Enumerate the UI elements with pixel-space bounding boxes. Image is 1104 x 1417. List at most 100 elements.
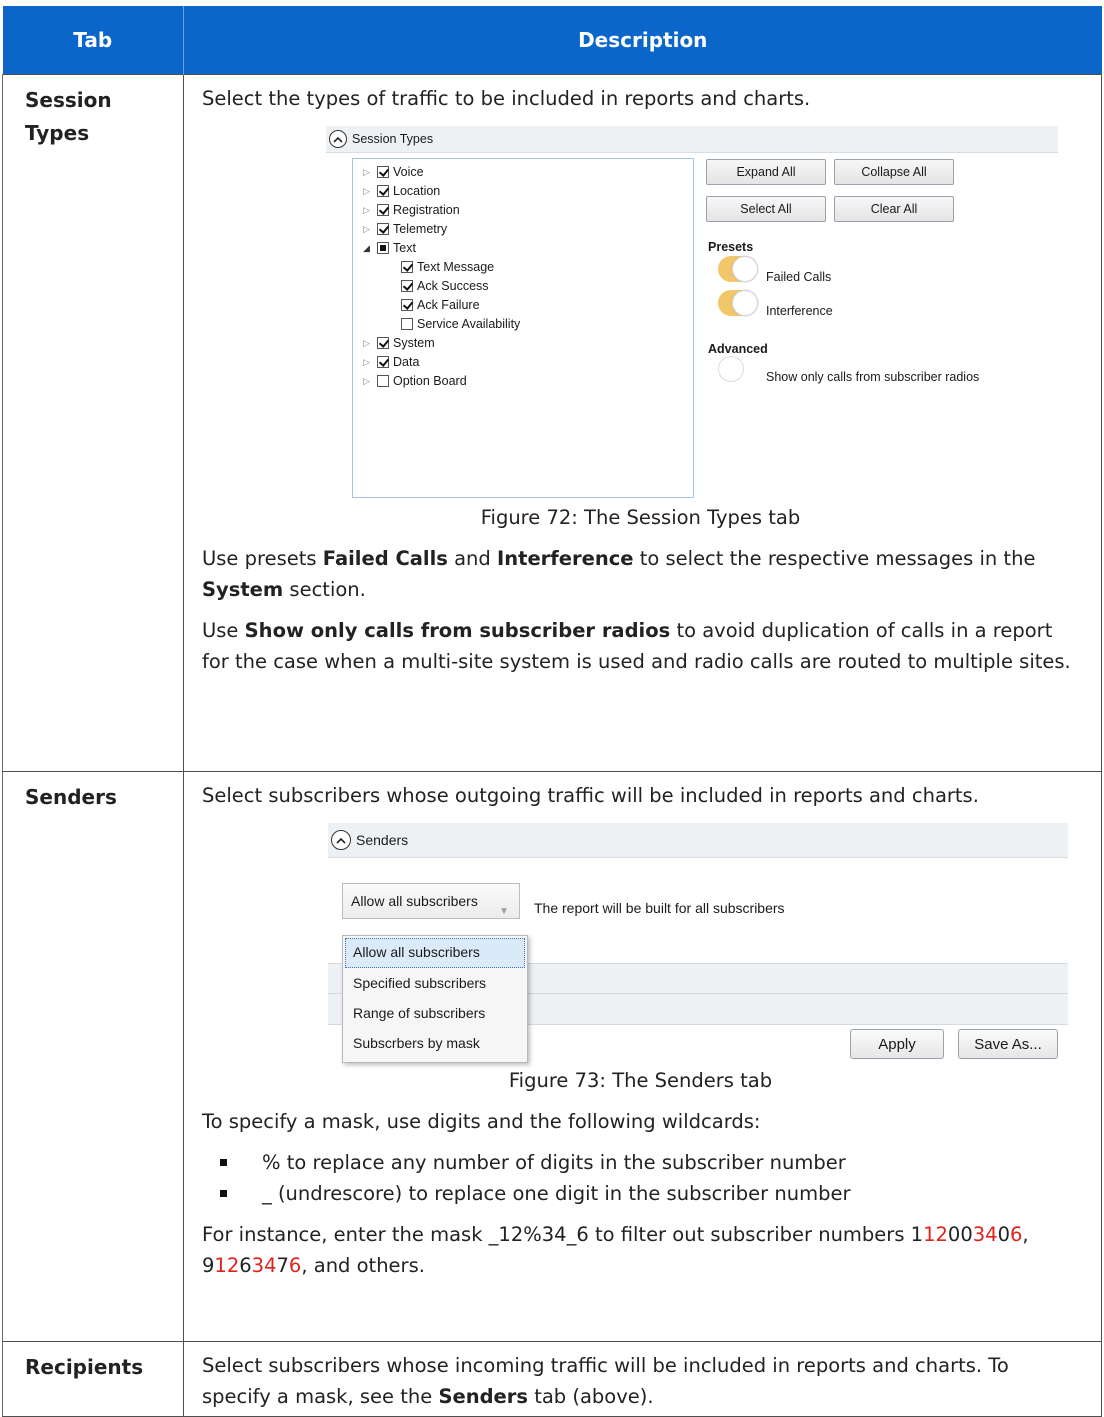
text-run: 0 bbox=[997, 1223, 1010, 1246]
session-types-tree[interactable]: ▷ Voice ▷ Location ▷ Registration ▷ Telemetr… bbox=[352, 158, 694, 498]
session-types-intro: Select the types of traffic to be includ… bbox=[202, 87, 811, 110]
tab-cell: Session Types bbox=[2, 74, 184, 772]
panel-title: Session Types bbox=[352, 131, 434, 146]
subscriber-radios-toggle[interactable] bbox=[718, 356, 758, 382]
toggle-knob bbox=[718, 356, 744, 382]
failed-calls-label: Failed Calls bbox=[766, 270, 832, 284]
text-run: 00 bbox=[947, 1223, 973, 1246]
text-run: to select the respective messages in the bbox=[633, 547, 1036, 570]
tab-cell: Recipients bbox=[2, 1341, 184, 1417]
collapse-all-button[interactable]: Collapse All bbox=[834, 159, 954, 185]
clear-all-button[interactable]: Clear All bbox=[834, 196, 954, 222]
senders-filter-dropdown[interactable]: Allow all subscribers ▼ bbox=[342, 883, 520, 919]
expand-all-button[interactable]: Expand All bbox=[706, 159, 826, 185]
bold-failed-calls: Failed Calls bbox=[322, 547, 448, 570]
checkbox[interactable] bbox=[377, 185, 389, 197]
option-mask[interactable]: Subscrbers by mask bbox=[343, 1028, 527, 1058]
option-allow-all[interactable]: Allow all subscribers bbox=[345, 938, 525, 968]
text-run: Use bbox=[202, 619, 245, 642]
apply-button[interactable]: Apply bbox=[850, 1029, 944, 1059]
interference-label: Interference bbox=[766, 304, 833, 318]
checkbox[interactable] bbox=[401, 280, 413, 292]
checkbox[interactable] bbox=[401, 261, 413, 273]
option-range[interactable]: Range of subscribers bbox=[343, 998, 527, 1028]
list-item: _ (undrescore) to replace one digit in t… bbox=[202, 1178, 1079, 1209]
checkbox[interactable] bbox=[377, 375, 389, 387]
senders-panel-header[interactable]: Senders bbox=[328, 823, 1068, 858]
list-item-text: _ (undrescore) to replace one digit in t… bbox=[262, 1182, 851, 1205]
highlight-digits: 34 bbox=[972, 1223, 998, 1246]
table-row: Senders Select subscribers whose outgoin… bbox=[2, 771, 1102, 1342]
panel-title: Senders bbox=[356, 831, 409, 848]
table-header-row: Tab Description bbox=[2, 6, 1102, 75]
text-run: and bbox=[447, 547, 497, 570]
collapse-chevron-icon[interactable] bbox=[331, 830, 351, 850]
checkbox[interactable] bbox=[377, 223, 389, 235]
highlight-digits: 6 bbox=[288, 1254, 302, 1277]
checkbox[interactable] bbox=[401, 299, 413, 311]
tree-item-option-board[interactable]: ▷ Option Board bbox=[363, 372, 467, 390]
mask-example-paragraph: For instance, enter the mask _12%34_6 to… bbox=[202, 1219, 1079, 1281]
checkbox[interactable] bbox=[377, 337, 389, 349]
save-as-button[interactable]: Save As... bbox=[958, 1029, 1058, 1059]
list-item-text: % to replace any number of digits in the… bbox=[262, 1151, 846, 1174]
text-run: tab (above). bbox=[528, 1385, 654, 1408]
option-specified[interactable]: Specified subscribers bbox=[343, 968, 527, 998]
description-cell: Select the types of traffic to be includ… bbox=[183, 74, 1102, 772]
dropdown-value: Allow all subscribers bbox=[351, 892, 478, 909]
session-types-panel-header[interactable]: Session Types bbox=[326, 126, 1058, 153]
figure-73-caption: Figure 73: The Senders tab bbox=[508, 1069, 773, 1092]
text-run: section. bbox=[283, 578, 366, 601]
text-run: , and others. bbox=[301, 1254, 425, 1277]
text-run: Use presets bbox=[202, 547, 323, 570]
text-run: 7 bbox=[276, 1254, 289, 1277]
header-description: Description bbox=[183, 6, 1102, 75]
description-cell: Select subscribers whose incoming traffi… bbox=[183, 1341, 1102, 1417]
presets-paragraph: Use presets Failed Calls and Interferenc… bbox=[202, 543, 1079, 605]
toggle-knob bbox=[732, 256, 758, 282]
checkbox[interactable] bbox=[377, 242, 389, 254]
tab-name-senders: Senders bbox=[25, 785, 117, 809]
checkbox[interactable] bbox=[377, 356, 389, 368]
senders-screenshot: Senders Allow all subscribers ▼ The repo… bbox=[328, 823, 1068, 1065]
subscriber-radios-paragraph: Use Show only calls from subscriber radi… bbox=[202, 615, 1079, 677]
text-run: 6 bbox=[239, 1254, 252, 1277]
table-row: Recipients Select subscribers whose inco… bbox=[2, 1341, 1102, 1417]
collapse-arrow-icon[interactable]: ◢ bbox=[363, 233, 377, 264]
tree-item-text[interactable]: ◢ Text bbox=[363, 239, 416, 257]
interference-toggle[interactable] bbox=[718, 290, 758, 316]
header-tab: Tab bbox=[2, 6, 184, 75]
list-item: % to replace any number of digits in the… bbox=[202, 1147, 1079, 1178]
tabs-description-table: Tab Description Session Types Select the… bbox=[2, 6, 1102, 1417]
highlight-digits: 12 bbox=[214, 1254, 240, 1277]
checkbox[interactable] bbox=[377, 204, 389, 216]
bullet-icon bbox=[220, 1190, 227, 1197]
tab-name-recipients: Recipients bbox=[25, 1355, 144, 1379]
tree-item-label: Option Board bbox=[393, 373, 467, 388]
toggle-knob bbox=[732, 290, 758, 316]
table-row: Session Types Select the types of traffi… bbox=[2, 74, 1102, 772]
tab-name-session-types: Session Types bbox=[25, 88, 112, 145]
highlight-digits: 6 bbox=[1010, 1223, 1023, 1246]
description-cell: Select subscribers whose outgoing traffi… bbox=[183, 771, 1102, 1342]
text-run: For instance, enter the mask _12%34_6 to… bbox=[202, 1223, 924, 1246]
select-all-button[interactable]: Select All bbox=[706, 196, 826, 222]
bold-system: System bbox=[202, 578, 284, 601]
dropdown-caret-icon[interactable]: ▼ bbox=[499, 896, 509, 927]
checkbox[interactable] bbox=[377, 166, 389, 178]
tab-cell: Senders bbox=[2, 771, 184, 1342]
session-types-screenshot: Session Types ▷ Voice ▷ Location ▷ Registra… bbox=[326, 126, 1058, 502]
bullet-icon bbox=[220, 1159, 227, 1166]
collapse-chevron-icon[interactable] bbox=[329, 130, 347, 148]
failed-calls-toggle[interactable] bbox=[718, 256, 758, 282]
expand-arrow-icon[interactable]: ▷ bbox=[363, 366, 377, 397]
highlight-digits: 34 bbox=[251, 1254, 277, 1277]
highlight-digits: 12 bbox=[923, 1223, 948, 1246]
senders-filter-options: Allow all subscribers Specified subscrib… bbox=[342, 935, 528, 1063]
bold-show-only-calls: Show only calls from subscriber radios bbox=[244, 619, 671, 642]
recipients-description: Select subscribers whose incoming traffi… bbox=[202, 1350, 1079, 1412]
subscriber-radios-label: Show only calls from subscriber radios bbox=[766, 370, 980, 384]
senders-intro: Select subscribers whose outgoing traffi… bbox=[202, 784, 979, 807]
wildcard-list: % to replace any number of digits in the… bbox=[202, 1147, 1079, 1209]
bold-senders: Senders bbox=[438, 1385, 528, 1408]
